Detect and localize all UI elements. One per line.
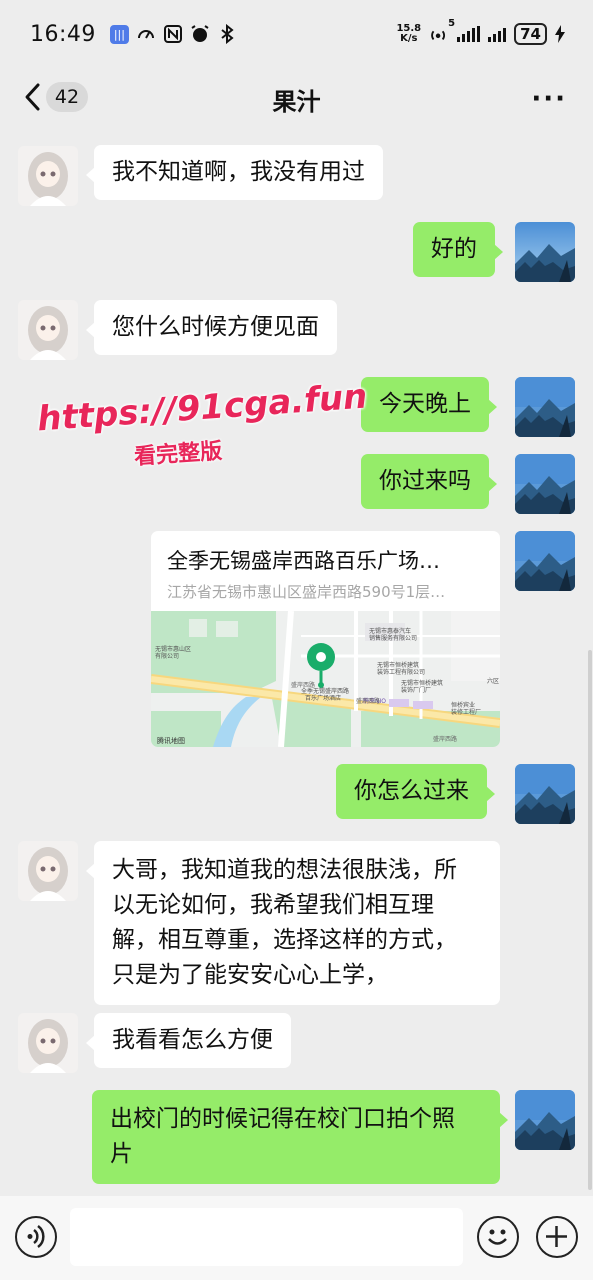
road-label: 盛岸西路 [433, 735, 457, 743]
battery-indicator: 74 [514, 23, 547, 45]
location-name: 全季无锡盛岸西路百乐广场… [167, 549, 440, 573]
watermark-subtitle: 看完整版 [133, 438, 223, 471]
map-label: 无锡市恒桥建筑 [401, 679, 443, 687]
chat-title-bar: 42 果汁 ··· [0, 68, 593, 128]
road-label: 盛岸西路 [356, 697, 380, 705]
voice-icon [27, 1224, 45, 1249]
road-label: 盛岸西路 [291, 681, 315, 689]
my-avatar[interactable] [515, 454, 575, 514]
status-notification-icons: ||| [109, 24, 237, 44]
message-line: 以无论如何，我希望我们相互理 [112, 892, 434, 918]
net-speed: 15.8 K/s [396, 24, 421, 44]
message-bubble-incoming[interactable]: 我不知道啊，我没有用过 [86, 145, 383, 200]
my-avatar[interactable] [515, 764, 575, 824]
hotspot-count: 5 [448, 18, 456, 29]
soundwave-app-icon: ||| [109, 24, 129, 44]
plus-icon [546, 1226, 567, 1247]
voice-button[interactable] [15, 1216, 57, 1258]
my-avatar[interactable] [515, 222, 575, 282]
hotspot-icon: 5 [429, 18, 455, 44]
chat-title: 果汁 [272, 88, 321, 116]
status-bar: 16:49 ||| 15.8 K/s 5 74 [0, 0, 593, 68]
contact-avatar[interactable] [18, 300, 78, 360]
message-bubble-outgoing[interactable]: 今天晚上 [361, 377, 497, 432]
nfc-icon [163, 24, 183, 44]
map-label: 装饰工程有限公司 [377, 668, 425, 676]
message-bubble-outgoing[interactable]: 你怎么过来 [336, 764, 495, 819]
message-bubble-outgoing[interactable]: 你过来吗 [361, 454, 497, 509]
signal-strength-icon-2 [488, 26, 507, 42]
contact-avatar[interactable] [18, 146, 78, 206]
message-line: 只是为了能安安心心上学， [112, 962, 388, 988]
map-label: 装饰厂门厂 [401, 686, 431, 694]
more-options-button[interactable]: ··· [531, 84, 567, 114]
map-label: 无锡市惠泰汽车 [369, 627, 411, 635]
map-label: 百乐广场酒店 [305, 694, 341, 702]
location-address: 江苏省无锡市惠山区盛岸西路590号1层… [167, 583, 446, 601]
map-label: 装修工程厂 [451, 708, 481, 716]
charging-icon [555, 24, 565, 44]
more-functions-button[interactable] [536, 1216, 578, 1258]
net-speed-unit: K/s [400, 33, 418, 44]
emoji-button[interactable] [477, 1216, 519, 1258]
signal-strength-icon [457, 26, 481, 42]
message-bubble-incoming[interactable]: 大哥，我知道我的想法很肤浅，所 以无论如何，我希望我们相互理 解，相互尊重，选择… [86, 841, 500, 1005]
contact-avatar[interactable] [18, 841, 78, 901]
message-bubble-incoming[interactable]: 我看看怎么方便 [86, 1013, 291, 1068]
map-credit: 腾讯地图 [157, 736, 185, 745]
message-input[interactable] [70, 1208, 463, 1266]
location-card[interactable]: 全季无锡盛岸西路百乐广场… 江苏省无锡市惠山区盛岸西路590号1层… 无锡市惠山… [151, 531, 500, 747]
message-bubble-outgoing[interactable]: 好的 [413, 222, 503, 277]
bluetooth-icon [217, 24, 237, 44]
message-bubble-incoming[interactable]: 您什么时候方便见面 [86, 300, 337, 355]
input-bar [0, 1196, 593, 1280]
message-bubble-outgoing[interactable]: 出校门的时候记得在校门口拍个照 片 [92, 1090, 508, 1184]
location-map: 无锡市惠山区 有限公司 无锡市惠泰汽车 销售服务有限公司 无锡市恒桥建筑 装饰工… [151, 611, 500, 747]
map-label: 有限公司 [155, 652, 179, 660]
my-avatar[interactable] [515, 377, 575, 437]
scrollbar[interactable] [588, 650, 592, 1190]
map-label: 恒桥宾业 [451, 701, 475, 709]
message-line: 解，相互尊重，选择这样的方式， [112, 927, 457, 953]
map-label: 六区 [487, 677, 499, 685]
message-line: 片 [110, 1141, 133, 1167]
my-avatar[interactable] [515, 531, 575, 591]
map-label: 无锡市恒桥建筑 [377, 661, 419, 669]
speedometer-icon [136, 24, 156, 44]
message-line: 出校门的时候记得在校门口拍个照 [110, 1106, 455, 1132]
map-label: 销售服务有限公司 [369, 634, 417, 642]
message-line: 大哥，我知道我的想法很肤浅，所 [112, 857, 457, 883]
map-label: 无锡市惠山区 [155, 645, 191, 653]
my-avatar[interactable] [515, 1090, 575, 1150]
smiley-icon [488, 1229, 507, 1245]
watermark-url: https://91cga.fun [36, 376, 369, 440]
status-time: 16:49 [30, 21, 96, 47]
alarm-icon [190, 24, 210, 44]
contact-avatar[interactable] [18, 1013, 78, 1073]
status-right: 15.8 K/s 5 74 [396, 18, 565, 45]
